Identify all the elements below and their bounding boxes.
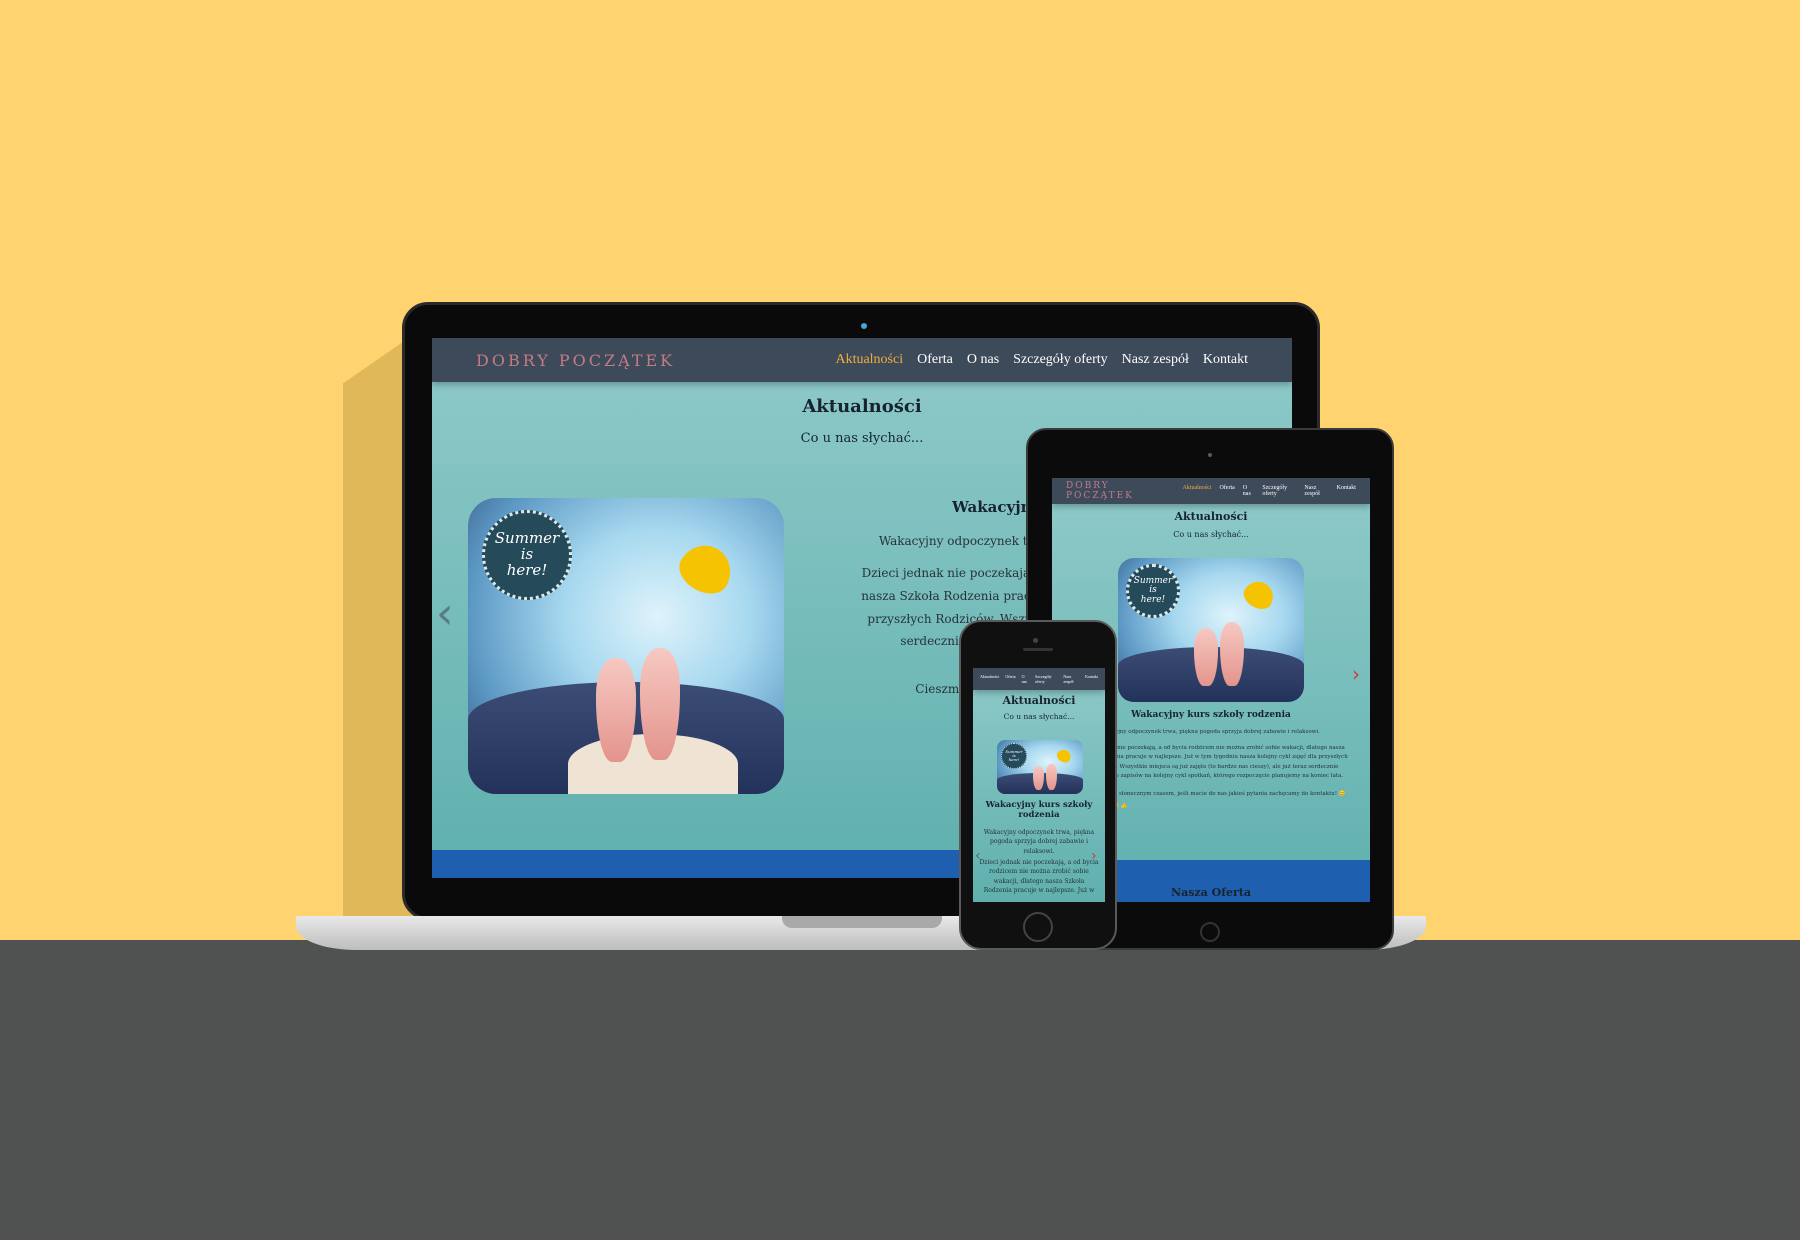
tablet-summer-stamp: Summer is here!: [1126, 564, 1180, 618]
stamp-line-3: here!: [1008, 757, 1020, 763]
phone-baby-foot-right: [1046, 764, 1057, 790]
site-navbar: DOBRY POCZĄTEK Aktualności Oferta O nas …: [432, 338, 1292, 382]
phone-nav-item-szczegoly-oferty[interactable]: Szczegóły oferty: [1035, 674, 1057, 684]
tablet-navbar: DOBRY POCZĄTEK Aktualności Oferta O nas …: [1052, 478, 1370, 504]
nav-menu: Aktualności Oferta O nas Szczegóły ofert…: [821, 352, 1248, 368]
site-logo[interactable]: DOBRY POCZĄTEK: [476, 351, 675, 370]
phone-section-title: Aktualności: [1002, 694, 1076, 707]
tablet-nav-menu: Aktualności Oferta O nas Szczegóły ofert…: [1174, 485, 1356, 497]
phone-home-button[interactable]: [1023, 912, 1053, 942]
tablet-nav-item-oferta[interactable]: Oferta: [1219, 485, 1234, 497]
tablet-news-paragraph-2: k nie poczekają, a od bycia rodzicem nie…: [1112, 744, 1362, 781]
phone-navbar: Aktualności Oferta O nas Szczegóły ofert…: [973, 668, 1105, 690]
tablet-site-logo[interactable]: DOBRY POCZĄTEK: [1066, 481, 1174, 501]
phone-nav-item-nasz-zespol[interactable]: Nasz zespół: [1063, 674, 1079, 684]
phone-speaker: [1023, 648, 1053, 651]
nav-item-kontakt[interactable]: Kontakt: [1203, 352, 1248, 368]
phone-nav-item-oferta[interactable]: Oferta: [1005, 674, 1015, 684]
tablet-news-image: Summer is here!: [1118, 558, 1304, 702]
news-line: enia pracuje w najlepsze. Już w tym tygo…: [1112, 754, 1348, 761]
phone-carousel-prev-icon[interactable]: ‹: [975, 848, 981, 864]
tablet-news-paragraph-3: m słonecznym czasem, jeśli macie do nas …: [1112, 791, 1346, 797]
background-desk: [0, 940, 1800, 1240]
tablet-nav-item-o-nas[interactable]: O nas: [1243, 485, 1255, 497]
baby-foot-right: [640, 648, 680, 760]
tablet-section-title: Aktualności: [1174, 510, 1248, 523]
phone-sun-icon: [1054, 747, 1074, 765]
phone-nav-item-aktualnosci[interactable]: Aktualności: [980, 674, 999, 684]
news-line: k nie poczekają, a od bycia rodzicem nie…: [1112, 745, 1345, 751]
tablet-nav-item-kontakt[interactable]: Kontakt: [1337, 485, 1356, 497]
phone-news-image: Summer is here!: [997, 740, 1083, 794]
tablet-sun-icon: [1239, 576, 1279, 614]
stamp-line-3: here!: [506, 560, 548, 579]
stamp-line-3: here!: [1140, 594, 1166, 605]
nav-item-oferta[interactable]: Oferta: [917, 352, 953, 368]
phone-summer-stamp: Summer is here!: [1001, 743, 1027, 769]
tablet-baby-foot-right: [1220, 622, 1244, 686]
tablet-baby-foot-left: [1194, 628, 1218, 686]
nav-item-szczegoly-oferty[interactable]: Szczegóły oferty: [1013, 352, 1107, 368]
nav-item-nasz-zespol[interactable]: Nasz zespół: [1122, 352, 1189, 368]
tablet-nav-item-aktualnosci[interactable]: Aktualności: [1182, 485, 1211, 497]
laptop-notch: [782, 916, 942, 928]
summer-stamp: Summer is here!: [482, 510, 572, 600]
phone-nav-item-o-nas[interactable]: O nas: [1022, 674, 1030, 684]
phone-news-heading: Wakacyjny kurs szkoły rodzenia: [985, 800, 1093, 821]
tablet-section-subtitle: Co u nas słychać...: [1173, 530, 1249, 539]
phone-news-paragraph-2: Dzieci jednak nie poczekają, a od bycia …: [979, 859, 1099, 894]
phone-camera: [1033, 638, 1038, 643]
tablet-nav-item-szczegoly-oferty[interactable]: Szczegóły oferty: [1262, 485, 1296, 497]
phone-baby-foot-left: [1033, 766, 1044, 790]
phone-news-paragraph-1: Wakacyjny odpoczynek trwa, piękna pogoda…: [983, 829, 1095, 855]
phone-nav-menu: Aktualności Oferta O nas Szczegóły ofert…: [977, 674, 1101, 684]
phone-screen: Aktualności Oferta O nas Szczegóły ofert…: [973, 668, 1105, 902]
news-line: do zapisów na kolejny cykl spotkań, któr…: [1112, 773, 1344, 780]
tablet-news-paragraph-4: 😀 👍: [1112, 803, 1128, 809]
tablet-home-button[interactable]: [1200, 922, 1220, 942]
tablet-camera: [1208, 453, 1212, 457]
news-line: w. Wszystkie miejsca są już zajęte (to b…: [1112, 763, 1339, 770]
tablet-nav-item-nasz-zespol[interactable]: Nasz zespół: [1304, 485, 1328, 497]
carousel-prev-icon[interactable]: ‹: [436, 588, 454, 639]
phone-device: Aktualności Oferta O nas Szczegóły ofert…: [959, 620, 1117, 950]
phone-nav-item-kontakt[interactable]: Kontakt: [1085, 674, 1098, 684]
nav-item-aktualnosci[interactable]: Aktualności: [835, 352, 903, 368]
phone-section-subtitle: Co u nas słychać...: [1003, 712, 1075, 721]
laptop-camera: [861, 323, 867, 329]
section-title: Aktualności: [802, 396, 922, 417]
baby-foot-left: [596, 658, 636, 762]
tablet-carousel-next-icon[interactable]: ›: [1352, 662, 1360, 686]
sun-icon: [671, 536, 741, 602]
nav-item-o-nas[interactable]: O nas: [967, 352, 999, 368]
phone-carousel-next-icon[interactable]: ›: [1091, 848, 1097, 864]
tablet-news-paragraph-1: cyjny odpoczynek trwa, piękna pogoda spr…: [1112, 729, 1320, 735]
news-image: Summer is here!: [468, 498, 784, 794]
